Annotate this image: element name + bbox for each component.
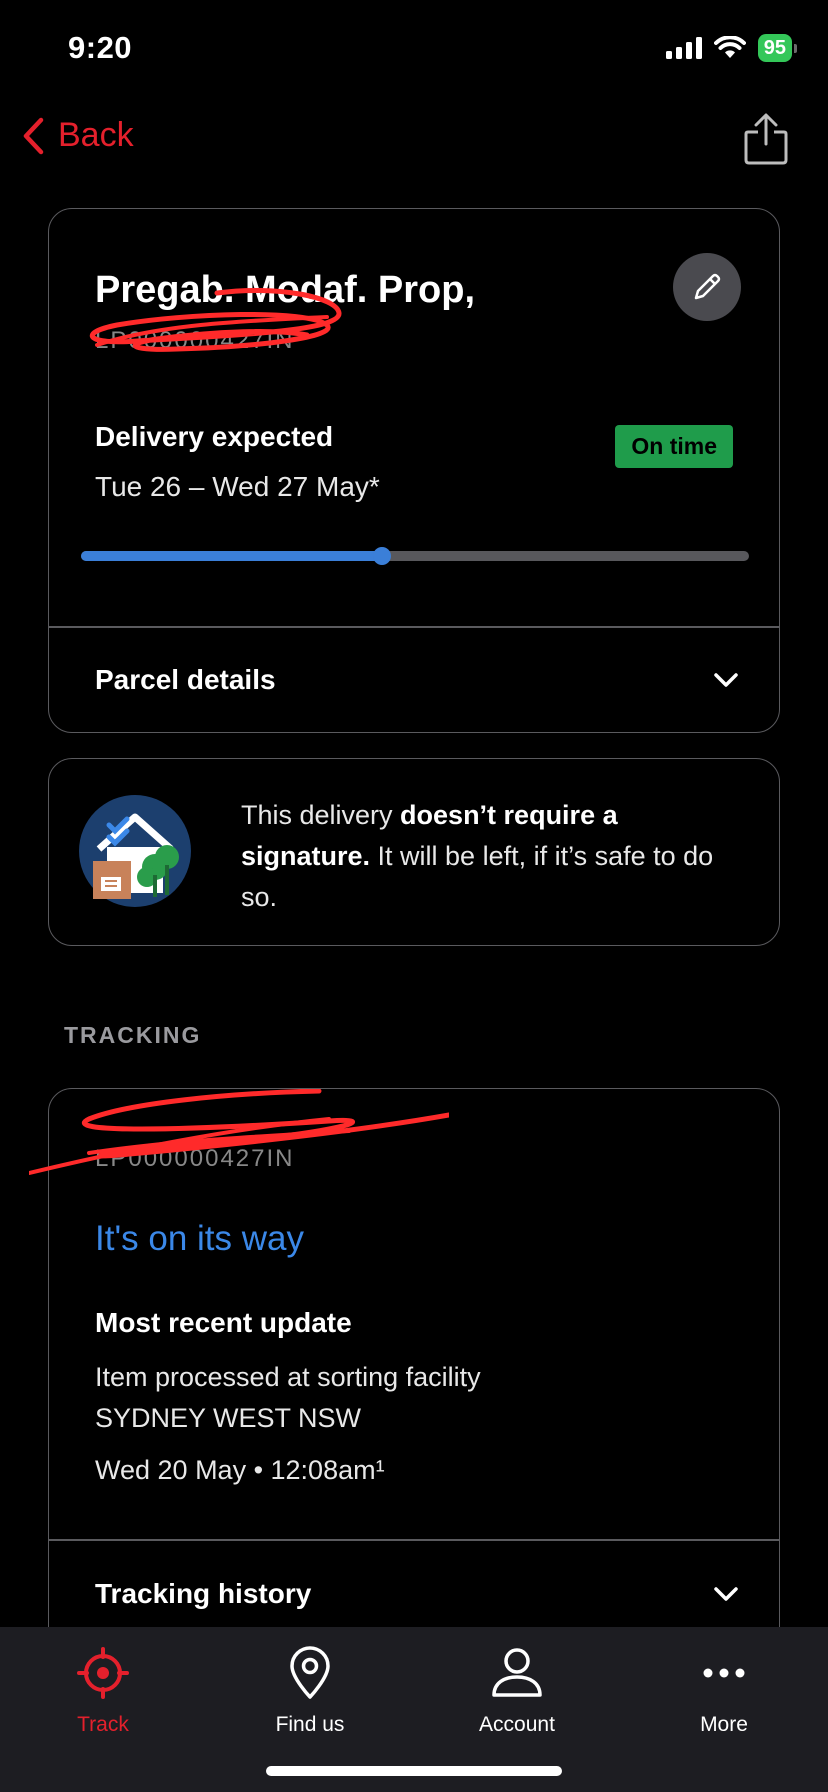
delivery-dates: Tue 26 – Wed 27 May* [95, 471, 380, 502]
share-icon[interactable] [742, 112, 790, 166]
status-time: 9:20 [68, 30, 133, 65]
tracking-history-label: Tracking history [95, 1578, 312, 1609]
tracking-section-heading: TRACKING [64, 1022, 202, 1048]
status-icons: 95 [665, 34, 798, 62]
parcel-details-label: Parcel details [95, 663, 276, 695]
safe-drop-house-icon [79, 795, 191, 907]
recent-update-label: Most recent update [95, 1307, 352, 1338]
update-line-location: SYDNEY WEST NSW [95, 1403, 362, 1433]
back-label: Back [58, 116, 134, 154]
chevron-left-icon [23, 117, 44, 154]
signal-icon [665, 37, 702, 59]
home-indicator[interactable] [266, 1766, 562, 1776]
tab-label: More [700, 1713, 748, 1736]
person-icon [492, 1648, 542, 1697]
tracking-status: It's on its way [95, 1219, 304, 1258]
signature-text-before: This delivery [241, 800, 401, 830]
progress-marker [372, 547, 391, 565]
tab-label: Account [479, 1713, 555, 1736]
parcel-tracking-id: LP000000427IN [95, 327, 295, 354]
tab-track[interactable]: Track [23, 1641, 183, 1737]
progress-fill [81, 551, 382, 561]
tab-find-us[interactable]: Find us [230, 1641, 390, 1737]
crosshair-icon [77, 1647, 129, 1699]
delivery-progress-bar [81, 547, 749, 565]
back-button[interactable]: Back [22, 116, 134, 155]
wifi-icon [713, 36, 746, 58]
update-line-event: Item processed at sorting facility [95, 1362, 481, 1392]
parcel-title: Pregab. Modaf. Prop, [95, 269, 476, 311]
status-badge: On time [615, 425, 733, 468]
battery-level: 95 [763, 37, 786, 59]
tracking-id: LP000000427IN [95, 1145, 295, 1172]
ellipsis-icon [703, 1668, 745, 1678]
tab-more[interactable]: More [644, 1641, 804, 1737]
location-pin-icon [290, 1646, 330, 1699]
tab-label: Track [77, 1713, 129, 1736]
update-timestamp: Wed 20 May • 12:08am¹ [95, 1455, 385, 1485]
parcel-details-toggle[interactable]: Parcel details [49, 627, 779, 732]
tab-account[interactable]: Account [437, 1641, 597, 1737]
parcel-card: Pregab. Modaf. Prop, LP000000427IN Deliv… [48, 208, 780, 733]
pencil-icon [694, 273, 721, 300]
update-description: Item processed at sorting facility SYDNE… [95, 1357, 481, 1439]
screen: 9:20 95 Back Pregab. Modaf. Prop, LP0000… [0, 0, 828, 1792]
signature-notice-text: This delivery doesn’t require a signatur… [241, 795, 751, 918]
tab-label: Find us [275, 1713, 345, 1736]
signature-notice-card: This delivery doesn’t require a signatur… [48, 758, 780, 946]
delivery-expected-label: Delivery expected [95, 421, 334, 452]
battery-indicator: 95 [757, 34, 798, 62]
chevron-down-icon [714, 1587, 738, 1601]
edit-button[interactable] [673, 253, 741, 321]
chevron-down-icon [714, 672, 738, 687]
tracking-card: LP000000427IN It's on its way Most recen… [29, 1088, 780, 1648]
